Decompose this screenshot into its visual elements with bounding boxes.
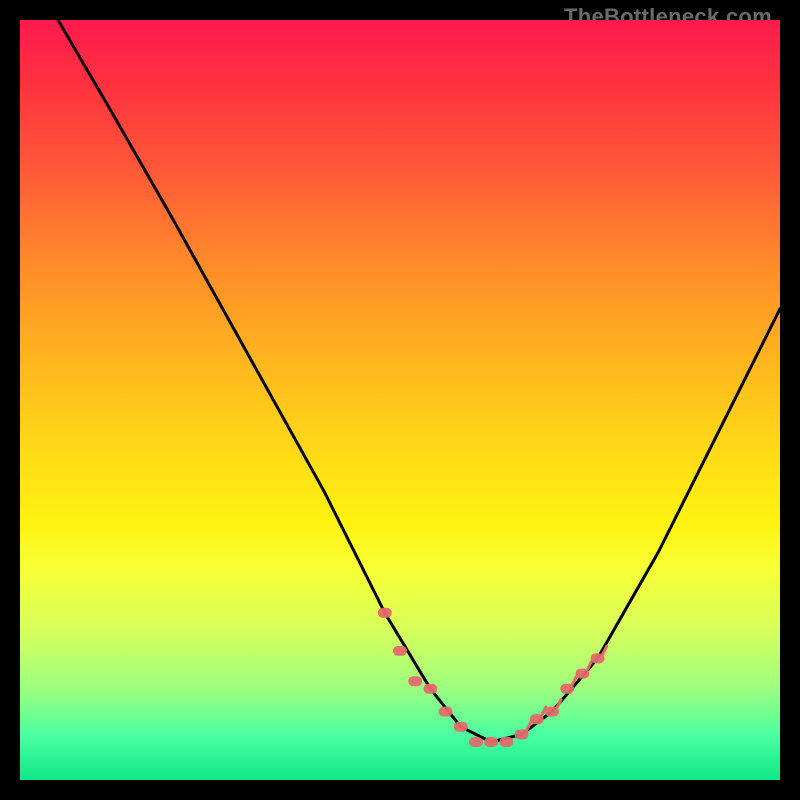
chart-frame: [20, 20, 780, 780]
chart-gradient-bg: [20, 20, 780, 780]
